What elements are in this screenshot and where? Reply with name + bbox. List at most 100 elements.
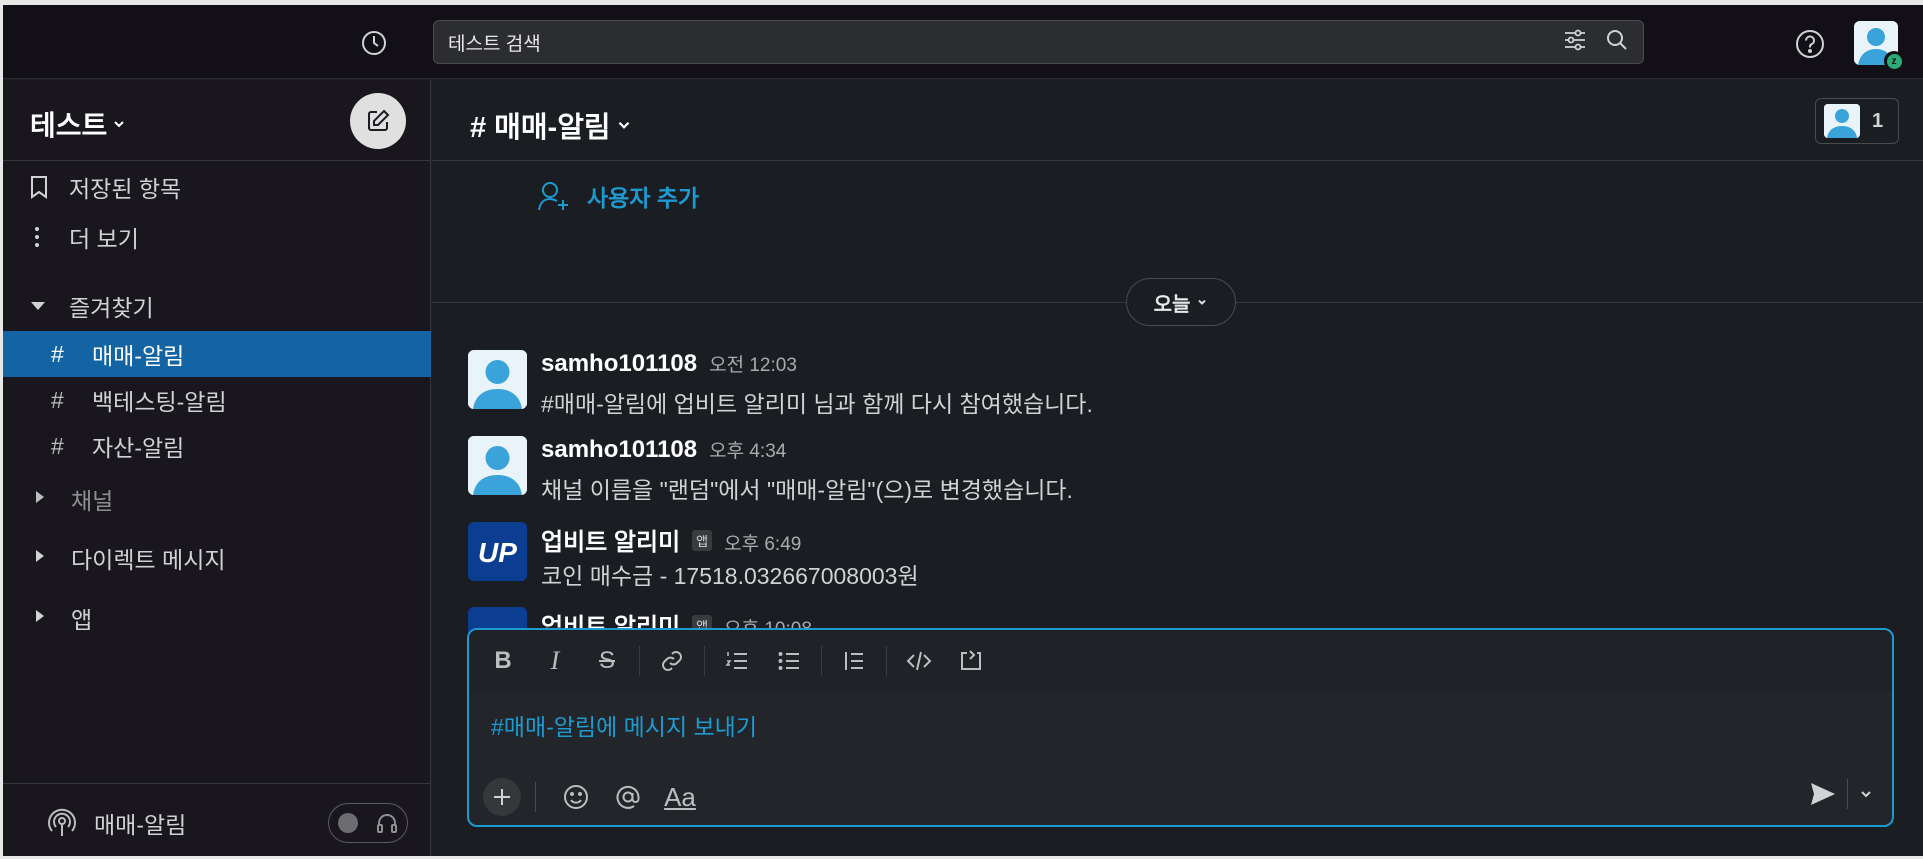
text-format-label: Aa	[664, 781, 696, 812]
channel-header: # 매매-알림 1	[432, 80, 1923, 161]
message-composer: B I S #매매-알림에 메시지 보내기 Aa	[467, 628, 1894, 827]
send-area	[1809, 779, 1874, 809]
huddle-channel-name: 매매-알림	[94, 811, 187, 838]
link-icon[interactable]	[646, 641, 698, 681]
message-input[interactable]: #매매-알림에 메시지 보내기	[491, 708, 757, 742]
caret-right-icon	[35, 609, 71, 628]
hash-icon: #	[51, 386, 64, 413]
sidebar-channel-매매-알림[interactable]: # 매매-알림	[3, 331, 431, 377]
channel-title: # 매매-알림	[470, 112, 611, 144]
member-count: 1	[1872, 109, 1884, 132]
caret-down-icon	[29, 300, 69, 312]
send-separator	[1847, 779, 1848, 809]
sidebar-item-more[interactable]: 더 보기	[3, 214, 431, 260]
attach-plus-icon[interactable]	[483, 778, 521, 816]
huddle-toggle[interactable]	[328, 803, 408, 843]
search-icon[interactable]	[1605, 28, 1629, 57]
chevron-down-icon	[114, 121, 124, 128]
chevron-down-icon	[618, 121, 629, 129]
section-apps[interactable]: 앱	[3, 595, 431, 641]
day-label: 오늘	[1153, 293, 1191, 316]
day-divider-button[interactable]: 오늘	[1126, 278, 1236, 326]
section-direct-messages[interactable]: 다이렉트 메시지	[3, 535, 431, 581]
workspace-header: 테스트	[3, 80, 430, 161]
emoji-icon[interactable]	[550, 777, 602, 817]
bold-icon[interactable]: B	[477, 641, 529, 681]
user-avatar[interactable]: z	[1854, 21, 1904, 71]
chevron-down-icon	[1198, 299, 1207, 305]
composer-actions: Aa	[469, 769, 1892, 825]
section-favorites[interactable]: 즐겨찾기	[3, 283, 431, 329]
channel-name: 자산-알림	[92, 435, 185, 461]
section-label: 채널	[71, 488, 114, 514]
toolbar-separator	[704, 646, 705, 676]
blockquote-icon[interactable]	[828, 641, 880, 681]
formatting-toolbar: B I S	[469, 630, 1892, 692]
svg-text:UP: UP	[478, 537, 517, 568]
sidebar: 테스트 저장된 항목 더 보기 즐겨찾기 # 매매-알림 # 백테스팅-알림 #…	[3, 80, 431, 856]
caret-right-icon	[35, 490, 71, 509]
toggle-knob	[338, 813, 358, 833]
message-author[interactable]: samho101108	[541, 350, 697, 378]
send-icon[interactable]	[1809, 781, 1837, 807]
user-avatar[interactable]	[468, 436, 527, 495]
huddle-icon	[46, 807, 78, 839]
chevron-down-icon[interactable]	[1858, 786, 1874, 802]
compose-button[interactable]	[350, 93, 406, 149]
section-label: 다이렉트 메시지	[71, 547, 226, 573]
user-avatar[interactable]	[468, 350, 527, 409]
toolbar-separator	[535, 782, 536, 812]
bullet-list-icon[interactable]	[763, 641, 815, 681]
sidebar-item-label: 저장된 항목	[69, 176, 182, 202]
member-avatar	[1824, 104, 1860, 138]
sidebar-channel-자산-알림[interactable]: # 자산-알림	[3, 423, 431, 469]
section-label: 즐겨찾기	[69, 295, 154, 321]
ordered-list-icon[interactable]	[711, 641, 763, 681]
section-channels[interactable]: 채널	[3, 476, 431, 522]
top-bar: 테스트 검색 z	[3, 5, 1923, 79]
hash-icon: #	[51, 432, 64, 459]
workspace-menu[interactable]: 테스트	[30, 104, 127, 144]
upbit-app-avatar[interactable]: UP	[468, 522, 527, 581]
channel-view: # 매매-알림 1 사용자 추가 오늘 samho101108 오전 12:03…	[432, 80, 1923, 856]
strikethrough-icon[interactable]: S	[581, 641, 633, 681]
toolbar-separator	[821, 646, 822, 676]
help-icon[interactable]	[1793, 27, 1827, 61]
headphones-icon	[377, 814, 397, 833]
message-time[interactable]: 오전 12:03	[709, 350, 797, 377]
sidebar-item-label: 더 보기	[69, 226, 139, 252]
sidebar-channel-백테스팅-알림[interactable]: # 백테스팅-알림	[3, 377, 431, 423]
message-time[interactable]: 오후 4:34	[709, 436, 786, 463]
caret-right-icon	[35, 549, 71, 568]
mention-icon[interactable]	[602, 777, 654, 817]
compose-icon	[368, 109, 390, 131]
history-icon[interactable]	[358, 27, 390, 59]
sidebar-item-saved[interactable]: 저장된 항목	[3, 164, 431, 210]
message-time[interactable]: 오후 6:49	[724, 529, 801, 556]
search-bar[interactable]: 테스트 검색	[433, 20, 1644, 64]
channel-name: 백테스팅-알림	[92, 389, 227, 415]
add-user-button[interactable]: 사용자 추가	[537, 179, 699, 213]
away-status-icon: z	[1884, 51, 1904, 71]
message-author[interactable]: samho101108	[541, 436, 697, 464]
members-button[interactable]: 1	[1815, 98, 1899, 144]
text-format-icon[interactable]: Aa	[654, 777, 706, 817]
channel-title-button[interactable]: # 매매-알림	[470, 104, 633, 146]
italic-icon[interactable]: I	[529, 641, 581, 681]
search-input[interactable]: 테스트 검색	[448, 29, 1563, 56]
huddle-bar: 매매-알림	[3, 783, 431, 856]
toolbar-separator	[886, 646, 887, 676]
message-text: #매매-알림에 업비트 알리미 님과 함께 다시 참여했습니다.	[541, 391, 1093, 417]
filter-icon[interactable]	[1563, 29, 1587, 56]
message-text: 채널 이름을 "랜덤"에서 "매매-알림"(으)로 변경했습니다.	[541, 477, 1073, 503]
message-author[interactable]: 업비트 알리미	[541, 522, 680, 557]
message-text: 코인 매수금 - 17518.032667008003원	[541, 563, 919, 589]
workspace-name: 테스트	[30, 110, 108, 141]
section-label: 앱	[71, 607, 93, 633]
code-icon[interactable]	[893, 641, 945, 681]
add-user-label: 사용자 추가	[587, 185, 700, 211]
code-block-icon[interactable]	[945, 641, 997, 681]
toolbar-separator	[639, 646, 640, 676]
add-user-icon	[538, 182, 568, 211]
channel-name: 매매-알림	[92, 343, 185, 369]
